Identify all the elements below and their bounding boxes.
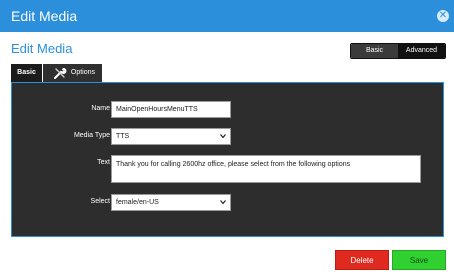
dialog-titlebar: Edit Media ✕ (0, 0, 454, 32)
tab-basic-label: Basic (17, 69, 36, 76)
tab-options[interactable]: Options (43, 64, 102, 82)
dialog-title: Edit Media (11, 8, 78, 24)
save-button[interactable]: Save (392, 250, 446, 270)
form-panel: Name MainOpenHoursMenuTTS Media Type TTS… (11, 82, 444, 237)
voice-select-value: female/en-US (116, 199, 159, 206)
tab-bar: Basic Options (11, 64, 103, 82)
voice-select[interactable]: female/en-US (111, 194, 231, 211)
name-label: Name (91, 105, 110, 112)
mode-toggle: Basic Advanced (350, 43, 446, 59)
chevron-down-icon (220, 134, 226, 139)
tab-basic[interactable]: Basic (11, 64, 42, 82)
page-title: Edit Media (11, 41, 73, 56)
delete-button[interactable]: Delete (335, 250, 389, 270)
text-textarea[interactable]: Thank you for calling 2600hz office, ple… (111, 155, 421, 183)
text-label: Text (97, 159, 110, 166)
select-label: Select (90, 198, 110, 205)
name-input[interactable]: MainOpenHoursMenuTTS (111, 101, 231, 118)
close-icon[interactable]: ✕ (437, 10, 449, 22)
media-type-value: TTS (116, 133, 130, 140)
tab-options-label: Options (70, 69, 95, 76)
advanced-mode-button[interactable]: Advanced (398, 44, 445, 58)
media-type-select[interactable]: TTS (111, 128, 231, 145)
basic-mode-button[interactable]: Basic (351, 44, 398, 58)
wrench-icon (54, 67, 67, 79)
media-type-label: Media Type (73, 132, 110, 139)
chevron-down-icon (220, 200, 226, 205)
